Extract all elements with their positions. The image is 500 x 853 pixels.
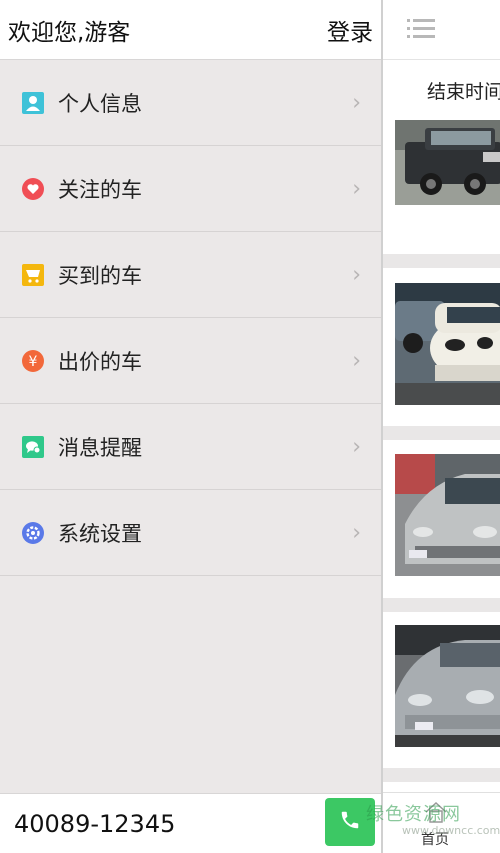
chevron-right-icon: › — [352, 348, 361, 373]
sort-bar[interactable]: 结束时间 — [383, 60, 500, 120]
chevron-right-icon: › — [352, 176, 361, 201]
menu-item-label: 系统设置 — [58, 521, 142, 546]
login-button[interactable]: 登录 — [327, 13, 373, 47]
menu-item-label: 个人信息 — [58, 91, 142, 116]
person-card-icon — [22, 91, 44, 114]
cart-icon — [22, 263, 44, 286]
chevron-right-icon: › — [352, 262, 361, 287]
hamburger-menu-icon[interactable] — [407, 17, 437, 43]
chat-bubble-icon — [22, 435, 44, 458]
card-divider — [383, 768, 500, 782]
menu-item-label: 消息提醒 — [58, 435, 142, 460]
gear-icon — [22, 521, 44, 544]
chevron-right-icon: › — [352, 90, 361, 115]
card-divider — [383, 254, 500, 268]
card-divider — [383, 426, 500, 440]
watermark-url: www.downcc.com — [402, 824, 500, 837]
car-photo[interactable] — [395, 454, 500, 576]
navigation-drawer: 欢迎您,游客 登录 个人信息 › 关注的车 › 买到的车 › ¥ 出价的车 › … — [0, 0, 381, 853]
phone-icon — [339, 809, 361, 835]
menu-item-system-settings[interactable]: 系统设置 › — [0, 490, 381, 576]
menu-item-label: 买到的车 — [58, 263, 142, 288]
watermark-text: 绿色资源网 — [366, 804, 461, 825]
welcome-text: 欢迎您,游客 — [8, 19, 131, 46]
drawer-header: 欢迎您,游客 登录 — [0, 0, 381, 60]
menu-item-bought-cars[interactable]: 买到的车 › — [0, 232, 381, 318]
drawer-menu: 个人信息 › 关注的车 › 买到的车 › ¥ 出价的车 › 消息提醒 › 系统设… — [0, 60, 381, 576]
chevron-right-icon: › — [352, 434, 361, 459]
yen-icon: ¥ — [22, 349, 44, 372]
car-photo[interactable] — [395, 120, 500, 205]
car-photo[interactable] — [395, 283, 500, 405]
drawer-footer: 40089-12345 — [0, 793, 381, 853]
sort-end-time[interactable]: 结束时间 — [427, 77, 500, 104]
phone-number[interactable]: 40089-12345 — [14, 810, 175, 838]
menu-item-label: 关注的车 — [58, 177, 142, 202]
menu-item-label: 出价的车 — [58, 349, 142, 374]
car-photo[interactable] — [395, 625, 500, 747]
card-divider — [383, 598, 500, 612]
menu-item-message-reminder[interactable]: 消息提醒 › — [0, 404, 381, 490]
menu-item-bid-cars[interactable]: ¥ 出价的车 › — [0, 318, 381, 404]
svg-text:¥: ¥ — [29, 354, 38, 370]
heart-icon — [22, 177, 44, 200]
chevron-right-icon: › — [352, 520, 361, 545]
menu-item-followed-cars[interactable]: 关注的车 › — [0, 146, 381, 232]
top-bar — [383, 0, 500, 60]
main-content: 结束时间 首页 — [381, 0, 500, 853]
menu-item-personal-info[interactable]: 个人信息 › — [0, 60, 381, 146]
